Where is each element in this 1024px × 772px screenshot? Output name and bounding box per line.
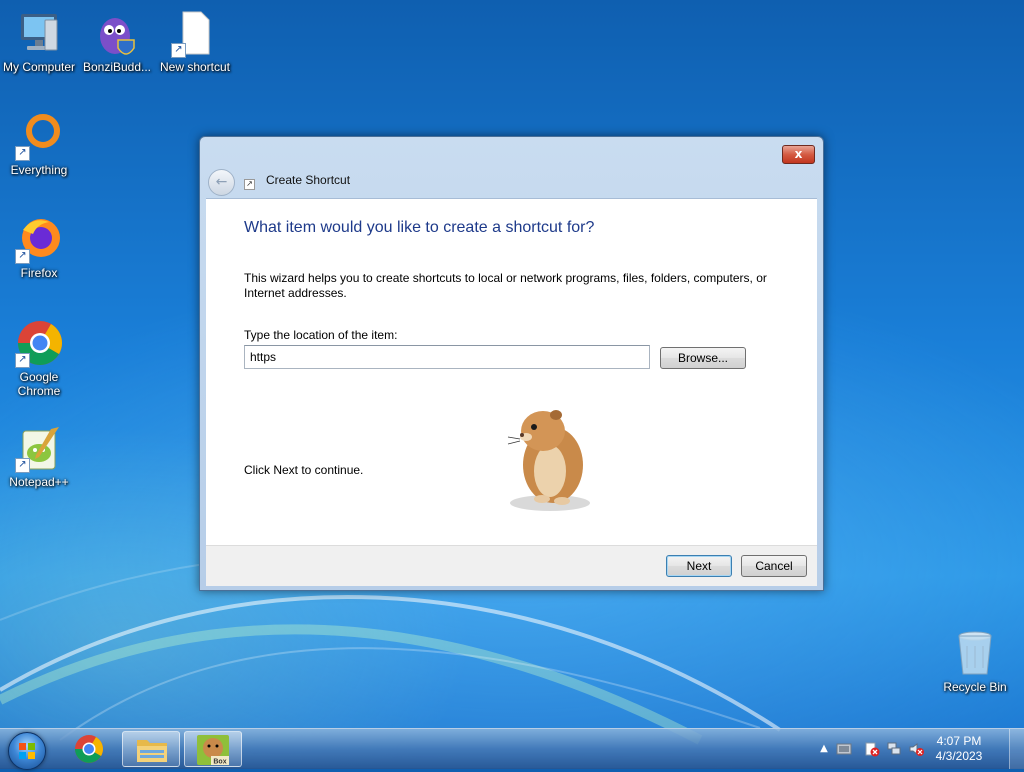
desktop-icon-label: My Computer bbox=[2, 60, 76, 74]
desktop-icon-label: Everything bbox=[10, 163, 68, 177]
file-shortcut-icon: ↗ bbox=[171, 10, 219, 58]
shortcut-arrow-icon: ↗ bbox=[15, 353, 30, 368]
firefox-icon: ↗ bbox=[15, 216, 63, 264]
everything-icon: ↗ bbox=[15, 113, 63, 161]
shortcut-arrow-icon: ↗ bbox=[15, 146, 30, 161]
desktop-icon-label: Google Chrome bbox=[17, 370, 61, 398]
clock-time: 4:07 PM bbox=[936, 734, 982, 748]
system-clock[interactable]: 4:07 PM 4/3/2023 bbox=[924, 734, 994, 764]
box-app-label: Box bbox=[213, 759, 226, 766]
next-button[interactable]: Next bbox=[666, 555, 732, 577]
recycle-bin-icon bbox=[951, 630, 999, 678]
continue-hint: Click Next to continue. bbox=[244, 463, 364, 477]
action-center-warning-icon[interactable] bbox=[864, 741, 880, 757]
dialog-content: What item would you like to create a sho… bbox=[206, 198, 817, 546]
show-desktop-button[interactable] bbox=[1009, 729, 1024, 769]
wizard-heading: What item would you like to create a sho… bbox=[244, 219, 595, 236]
taskbar-explorer-button[interactable] bbox=[122, 731, 180, 767]
wizard-description: This wizard helps you to create shortcut… bbox=[244, 271, 767, 300]
desktop-icon-recycle-bin[interactable]: Recycle Bin bbox=[937, 630, 1013, 694]
desktop-icon-label: Firefox bbox=[20, 266, 58, 280]
location-input[interactable] bbox=[244, 345, 650, 369]
notepadpp-icon: ↗ bbox=[15, 425, 63, 473]
location-field-label: Type the location of the item: bbox=[244, 328, 398, 342]
volume-muted-icon[interactable] bbox=[908, 741, 924, 757]
explorer-folder-icon bbox=[137, 740, 167, 762]
close-button[interactable]: x bbox=[782, 145, 815, 164]
hamster-pet-image[interactable] bbox=[498, 403, 598, 513]
taskbar-box-app-button[interactable]: Box bbox=[184, 731, 242, 767]
dialog-footer: Next Cancel bbox=[206, 545, 817, 586]
bonzibuddy-icon bbox=[93, 10, 141, 58]
desktop-icon-my-computer[interactable]: My Computer bbox=[1, 10, 77, 74]
chrome-icon bbox=[75, 735, 103, 763]
desktop-icon-label: New shortcut bbox=[159, 60, 231, 74]
desktop-icon-label: Recycle Bin bbox=[943, 680, 1007, 694]
browse-button[interactable]: Browse... bbox=[660, 347, 746, 369]
shortcut-arrow-icon: ↗ bbox=[171, 43, 186, 58]
computer-icon bbox=[15, 10, 63, 58]
network-icon[interactable] bbox=[886, 741, 902, 757]
taskbar: Box ▲ 4:07 PM 4/3/2023 bbox=[0, 728, 1024, 770]
desktop-icon-everything[interactable]: ↗ Everything bbox=[1, 113, 77, 177]
back-arrow-icon[interactable]: ← bbox=[208, 169, 235, 196]
shortcut-arrow-icon: ↗ bbox=[15, 249, 30, 264]
desktop-icon-notepadpp[interactable]: ↗ Notepad++ bbox=[1, 425, 77, 489]
desktop-icon-label: Notepad++ bbox=[9, 475, 69, 489]
shortcut-arrow-icon: ↗ bbox=[15, 458, 30, 473]
system-tray: ▲ 4:07 PM 4/3/2023 bbox=[804, 729, 1024, 769]
clock-date: 4/3/2023 bbox=[935, 749, 983, 763]
chrome-icon: ↗ bbox=[15, 320, 63, 368]
action-center-icon[interactable] bbox=[836, 741, 852, 757]
desktop-icon-label: BonziBudd... bbox=[82, 60, 152, 74]
desktop-icon-new-shortcut[interactable]: ↗ New shortcut bbox=[157, 10, 233, 74]
start-button[interactable] bbox=[8, 732, 46, 770]
taskbar-chrome-button[interactable] bbox=[60, 731, 118, 767]
dialog-title: Create Shortcut bbox=[266, 173, 351, 187]
create-shortcut-dialog: x ← ↗ Create Shortcut What item would yo… bbox=[199, 136, 824, 591]
desktop-icon-bonzibuddy[interactable]: BonziBudd... bbox=[79, 10, 155, 74]
shortcut-title-icon: ↗ bbox=[244, 179, 255, 190]
box-app-icon: Box bbox=[197, 735, 229, 766]
desktop-icon-google-chrome[interactable]: ↗ Google Chrome bbox=[1, 320, 77, 398]
windows-logo-icon bbox=[19, 743, 35, 759]
cancel-button[interactable]: Cancel bbox=[741, 555, 807, 577]
desktop-icon-firefox[interactable]: ↗ Firefox bbox=[1, 216, 77, 280]
show-hidden-icons-icon[interactable]: ▲ bbox=[816, 741, 832, 757]
